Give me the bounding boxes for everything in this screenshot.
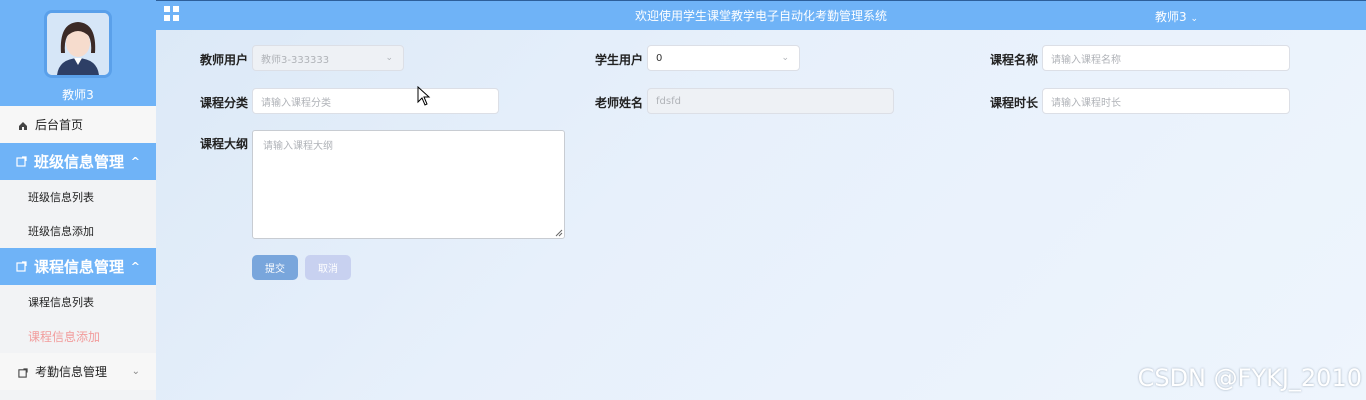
- chevron-down-icon: ⌄: [131, 366, 140, 377]
- sidebar-group-class[interactable]: 班级信息管理 ^: [0, 143, 156, 180]
- syllabus-label: 课程大纲: [200, 137, 249, 151]
- course-category-input[interactable]: 请输入课程分类: [252, 88, 499, 114]
- course-duration-input[interactable]: 请输入课程时长: [1042, 88, 1290, 114]
- mouse-cursor-icon: [417, 86, 431, 106]
- sidebar-item-label: 考勤信息管理: [35, 365, 108, 379]
- profile-panel: 教师3: [0, 0, 156, 106]
- chevron-up-icon: ^: [130, 260, 140, 273]
- top-header: 欢迎使用学生课堂教学电子自动化考勤管理系统 教师3 ⌄: [156, 0, 1366, 30]
- sidebar-item-label: 后台首页: [35, 118, 84, 132]
- chevron-down-icon: ⌄: [385, 53, 393, 63]
- syllabus-textarea[interactable]: 请输入课程大纲: [252, 130, 565, 239]
- edit-icon: [16, 153, 27, 171]
- home-icon: [18, 120, 28, 130]
- teacher-user-value: 教师3-333333: [261, 54, 330, 66]
- teacher-user-label: 教师用户: [200, 53, 249, 67]
- sidebar-item-class-add[interactable]: 班级信息添加: [0, 214, 156, 248]
- cancel-button[interactable]: 取消: [305, 255, 351, 280]
- sidebar-item-course-add[interactable]: 课程信息添加: [0, 319, 156, 353]
- sidebar: 教师3 后台首页 班级信息管理 ^ 班级信息列表 班级信息添加 课程信息管理 ^…: [0, 0, 156, 400]
- course-category-label: 课程分类: [200, 96, 249, 110]
- sidebar-item-home[interactable]: 后台首页: [0, 106, 156, 143]
- submit-button[interactable]: 提交: [252, 255, 298, 280]
- teacher-user-select[interactable]: 教师3-333333 ⌄: [252, 45, 404, 71]
- student-user-label: 学生用户: [595, 53, 644, 67]
- user-menu-label: 教师3: [1154, 10, 1187, 24]
- chevron-down-icon: ⌄: [1190, 14, 1198, 24]
- course-name-input[interactable]: 请输入课程名称: [1042, 45, 1290, 71]
- sidebar-group-label: 课程信息管理: [34, 258, 125, 276]
- teacher-name-input[interactable]: fdsfd: [647, 88, 894, 114]
- student-user-value: 0: [656, 52, 663, 64]
- sidebar-item-class-list[interactable]: 班级信息列表: [0, 180, 156, 214]
- avatar[interactable]: [44, 10, 112, 78]
- resize-handle-icon[interactable]: [555, 229, 563, 237]
- course-duration-label: 课程时长: [990, 96, 1039, 110]
- teacher-name-value: fdsfd: [656, 95, 681, 107]
- edit-icon: [18, 367, 28, 378]
- syllabus-placeholder: 请输入课程大纲: [263, 141, 333, 152]
- chevron-down-icon: ⌄: [781, 53, 789, 63]
- watermark: CSDN @FYKJ_2010: [1137, 364, 1362, 392]
- chevron-up-icon: ^: [130, 155, 140, 168]
- course-add-form: 教师用户 教师3-333333 ⌄ 学生用户 0 ⌄ 课程名称 请输入课程名称 …: [156, 30, 1366, 400]
- teacher-name-label: 老师姓名: [595, 96, 644, 110]
- course-duration-placeholder: 请输入课程时长: [1051, 97, 1121, 109]
- sidebar-item-course-list[interactable]: 课程信息列表: [0, 285, 156, 319]
- sidebar-item-attendance[interactable]: 考勤信息管理 ⌄: [0, 353, 156, 390]
- edit-icon: [16, 258, 27, 276]
- course-name-label: 课程名称: [990, 53, 1039, 67]
- course-name-placeholder: 请输入课程名称: [1051, 54, 1121, 66]
- user-menu[interactable]: 教师3 ⌄: [1155, 8, 1198, 25]
- sidebar-group-label: 班级信息管理: [34, 153, 125, 171]
- student-user-select[interactable]: 0 ⌄: [647, 45, 800, 71]
- sidebar-group-course[interactable]: 课程信息管理 ^: [0, 248, 156, 285]
- course-category-placeholder: 请输入课程分类: [261, 97, 331, 109]
- profile-name: 教师3: [62, 88, 94, 102]
